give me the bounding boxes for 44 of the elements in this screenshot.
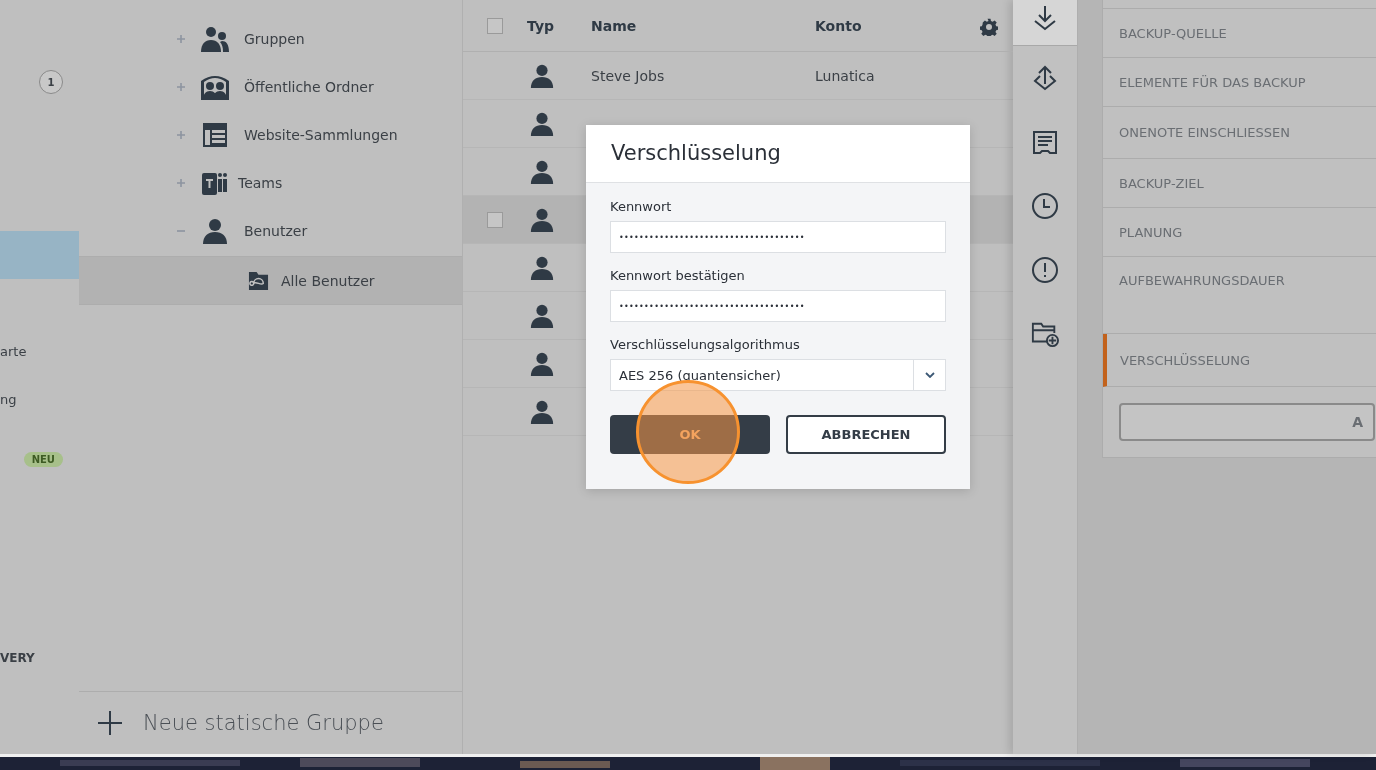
algorithm-dropdown[interactable]: AES 256 (quantensicher) — [610, 359, 946, 391]
people-icon — [200, 25, 230, 53]
person-icon — [200, 217, 230, 245]
new-group-button[interactable]: Neue statische Gruppe — [97, 710, 384, 736]
folder-add-icon[interactable] — [1031, 320, 1059, 348]
tree-item-row[interactable]: Alle Benutzer — [79, 256, 462, 305]
nav-item[interactable]: ng — [0, 375, 79, 423]
web-page-icon — [200, 121, 230, 149]
new-badge: NEU — [23, 451, 63, 467]
count-badge: 1 — [39, 70, 63, 94]
plus-icon — [97, 710, 123, 736]
people-folder-icon — [200, 73, 230, 101]
field-label: Kennwort bestätigen — [610, 268, 746, 283]
nav-section-heading: VERY — [0, 651, 36, 665]
clock-icon[interactable] — [1031, 192, 1059, 220]
tree-item[interactable]: Öffentliche Ordner — [244, 79, 374, 95]
action-button[interactable]: A — [1119, 403, 1375, 441]
table-cell-text: Steve Jobs — [591, 67, 666, 84]
alert-icon[interactable] — [1031, 256, 1059, 284]
password-field[interactable]: ••••••••••••••••••••••••••••••••••••• — [610, 290, 946, 322]
nav-item[interactable]: arte — [0, 327, 79, 375]
tree-item[interactable]: Gruppen — [244, 31, 305, 47]
select-all-checkbox[interactable] — [487, 17, 503, 34]
tree-item[interactable]: Benutzer — [244, 223, 308, 239]
field-label: Verschlüsselungsalgorithmus — [610, 337, 801, 352]
table-cell: Lunatica — [815, 67, 875, 84]
field-label: Kennwort — [610, 199, 673, 214]
password-field[interactable]: ••••••••••••••••••••••••••••••••••••• — [610, 221, 946, 253]
rail-tab[interactable] — [1013, 0, 1077, 46]
column-header[interactable]: Name — [591, 17, 815, 34]
nav-item[interactable]: 1 — [0, 58, 79, 106]
upload-icon[interactable] — [1031, 64, 1059, 92]
settings-icon[interactable] — [980, 18, 998, 36]
report-icon[interactable] — [1031, 128, 1059, 156]
tree-item[interactable]: Website-Sammlungen — [244, 127, 398, 143]
caret-icon — [924, 372, 935, 378]
dialog-title: Verschlüsselung — [586, 125, 970, 183]
column-header[interactable]: Typ — [527, 17, 591, 34]
nav-item[interactable]: NEU — [0, 435, 79, 483]
cancel-button[interactable]: ABBRECHEN — [786, 415, 946, 454]
column-header[interactable]: Konto — [815, 17, 862, 34]
tree-item[interactable]: Teams — [238, 175, 283, 191]
row-checkbox[interactable] — [487, 211, 503, 228]
tree-item[interactable]: Alle Benutzer — [281, 272, 375, 289]
